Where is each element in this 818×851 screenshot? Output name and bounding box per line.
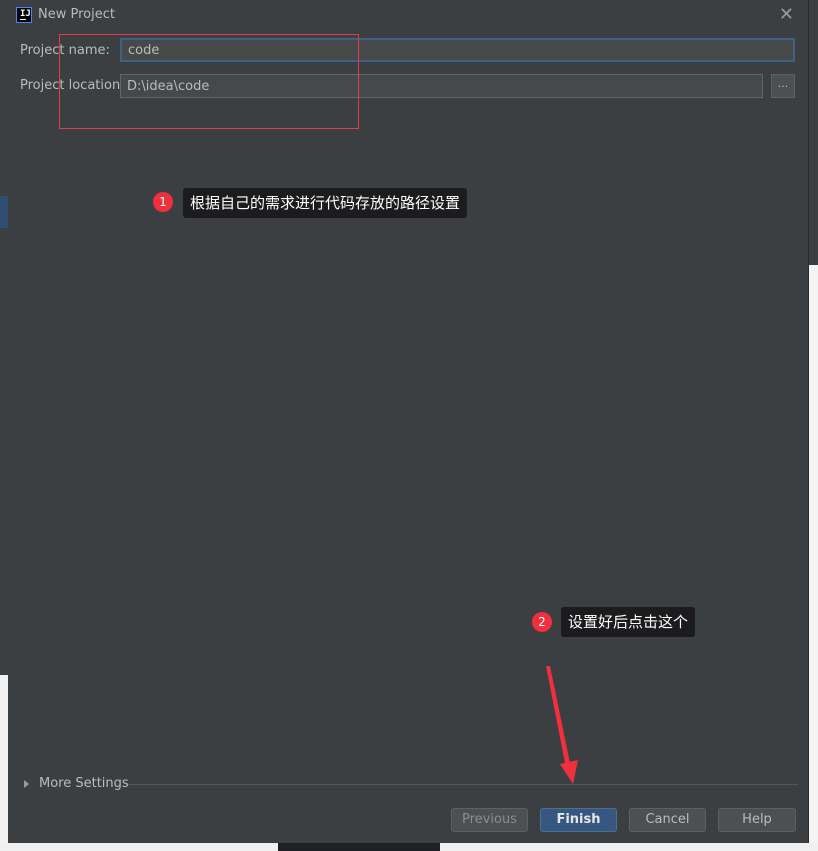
annotation-arrow-icon xyxy=(546,666,578,784)
help-button[interactable]: Help xyxy=(718,808,796,832)
annotation-tooltip-2: 设置好后点击这个 xyxy=(561,607,696,637)
annotation-badge-1: 1 xyxy=(153,192,173,212)
new-project-dialog: IJ New Project ✕ Project name: Project l… xyxy=(8,0,809,843)
more-settings-separator xyxy=(128,784,798,785)
more-settings-toggle[interactable]: More Settings xyxy=(24,776,129,791)
expand-triangle-icon xyxy=(24,779,29,788)
browse-location-button[interactable]: ... xyxy=(771,74,795,98)
background-app-left-light xyxy=(0,675,8,845)
intellij-app-icon: IJ xyxy=(16,7,32,23)
annotation-highlight-box xyxy=(59,34,359,129)
cancel-button[interactable]: Cancel xyxy=(629,808,706,832)
background-app-right-light xyxy=(808,265,818,851)
dialog-titlebar: IJ New Project ✕ xyxy=(8,0,808,30)
annotation-badge-2: 2 xyxy=(532,612,552,632)
finish-button[interactable]: Finish xyxy=(540,808,617,832)
dialog-title: New Project xyxy=(38,7,115,22)
more-settings-label: More Settings xyxy=(39,776,129,791)
background-app-bottom-dark xyxy=(278,843,440,851)
close-icon[interactable]: ✕ xyxy=(779,4,794,25)
background-app-left-highlight xyxy=(0,196,8,228)
annotation-tooltip-1: 根据自己的需求进行代码存放的路径设置 xyxy=(183,188,468,218)
previous-button[interactable]: Previous xyxy=(451,808,528,832)
